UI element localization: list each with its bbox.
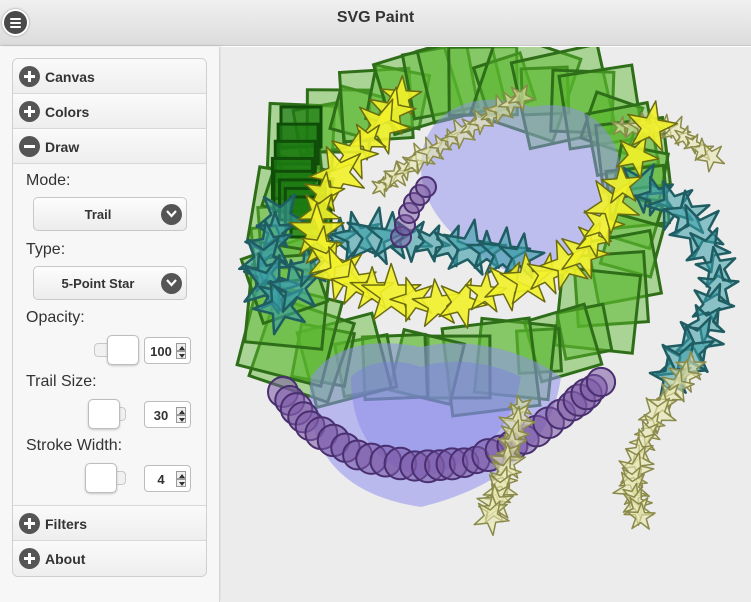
stroke-width-input[interactable]: 4 xyxy=(144,465,191,492)
opacity-spinner-icon[interactable] xyxy=(176,343,186,359)
plus-icon xyxy=(19,101,40,122)
section-canvas-label: Canvas xyxy=(45,69,95,85)
section-about-label: About xyxy=(45,551,86,567)
section-filters-label: Filters xyxy=(45,516,88,532)
trail-size-input[interactable]: 30 xyxy=(144,401,191,428)
section-draw-label: Draw xyxy=(45,139,80,155)
circle-shape xyxy=(585,366,617,398)
section-colors[interactable]: Colors xyxy=(13,94,206,129)
opacity-input[interactable]: 100 xyxy=(144,337,191,364)
app-header: SVG Paint xyxy=(0,0,751,46)
trail-size-spinner-icon[interactable] xyxy=(176,407,186,423)
stroke-width-label: Stroke Width: xyxy=(26,437,123,454)
stroke-width-slider-handle[interactable] xyxy=(85,463,117,493)
opacity-slider-handle[interactable] xyxy=(107,335,139,365)
section-draw[interactable]: Draw xyxy=(13,129,206,164)
chevron-down-icon xyxy=(161,204,182,225)
circle-shape xyxy=(415,176,437,198)
trail-size-value: 30 xyxy=(153,408,169,423)
artwork xyxy=(221,47,751,602)
type-label: Type: xyxy=(26,241,66,258)
drawing-canvas[interactable] xyxy=(221,47,751,602)
section-canvas[interactable]: Canvas xyxy=(13,59,206,94)
opacity-label: Opacity: xyxy=(26,309,85,326)
settings-accordion: Canvas Colors Draw Mode: Trail Type: 5-P… xyxy=(12,58,207,577)
stroke-width-value: 4 xyxy=(157,472,165,487)
chevron-down-icon xyxy=(161,273,182,294)
section-about[interactable]: About xyxy=(13,541,206,576)
trail-size-label: Trail Size: xyxy=(26,373,97,390)
type-select[interactable]: 5-Point Star xyxy=(33,266,187,300)
control-panel: Canvas Colors Draw Mode: Trail Type: 5-P… xyxy=(0,47,220,602)
app-title: SVG Paint xyxy=(336,9,415,26)
draw-settings: Mode: Trail Type: 5-Point Star Opacity: … xyxy=(13,164,206,506)
trail-size-slider-handle[interactable] xyxy=(88,399,120,429)
plus-icon xyxy=(19,548,40,569)
mode-label: Mode: xyxy=(26,172,71,189)
mode-select-value: Trail xyxy=(84,207,112,222)
section-colors-label: Colors xyxy=(45,104,90,120)
opacity-value: 100 xyxy=(150,344,172,359)
plus-icon xyxy=(19,66,40,87)
type-select-value: 5-Point Star xyxy=(61,276,135,291)
plus-icon xyxy=(19,513,40,534)
mode-select[interactable]: Trail xyxy=(33,197,187,231)
minus-icon xyxy=(19,136,40,157)
section-filters[interactable]: Filters xyxy=(13,506,206,541)
stroke-width-spinner-icon[interactable] xyxy=(176,471,186,487)
